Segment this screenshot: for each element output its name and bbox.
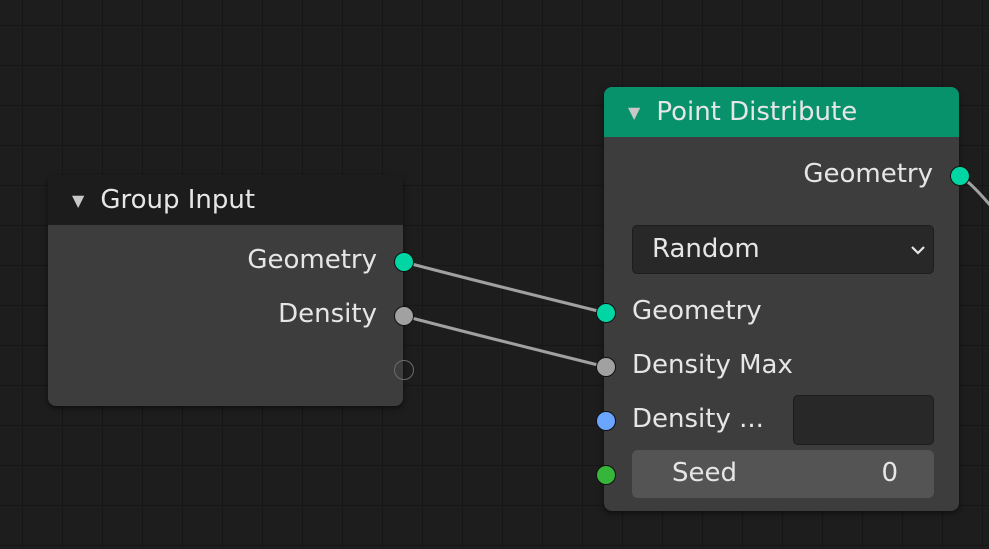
- input-geometry-label: Geometry: [632, 296, 762, 326]
- density-attribute-socket[interactable]: [596, 411, 616, 431]
- point-distribute-header[interactable]: ▼ Point Distribute: [604, 87, 959, 137]
- group-input-node[interactable]: ▼ Group Input Geometry Density: [48, 175, 403, 406]
- group-input-empty-socket[interactable]: [394, 360, 414, 380]
- group-input-header[interactable]: ▼ Group Input: [48, 175, 403, 225]
- point-distribute-node[interactable]: ▼ Point Distribute Geometry Random Geome…: [604, 87, 959, 511]
- distribute-mode-value: Random: [652, 234, 760, 264]
- seed-label: Seed: [672, 458, 737, 488]
- output-geometry-label: Geometry: [803, 159, 933, 189]
- collapse-triangle-icon[interactable]: ▼: [628, 103, 640, 122]
- output-geometry-socket[interactable]: [950, 166, 970, 186]
- group-input-geometry-socket[interactable]: [394, 252, 414, 272]
- group-input-geometry-label: Geometry: [247, 245, 377, 275]
- density-attribute-field[interactable]: [793, 395, 934, 445]
- seed-value: 0: [881, 458, 898, 488]
- group-input-title: Group Input: [100, 185, 256, 215]
- link-density[interactable]: [403, 314, 607, 369]
- density-max-socket[interactable]: [596, 357, 616, 377]
- distribute-mode-dropdown[interactable]: Random: [632, 225, 934, 274]
- density-attribute-label: Density ...: [632, 404, 764, 434]
- density-max-label: Density Max: [632, 350, 793, 380]
- seed-socket[interactable]: [596, 465, 616, 485]
- collapse-triangle-icon[interactable]: ▼: [72, 191, 84, 210]
- group-input-density-label: Density: [278, 299, 377, 329]
- point-distribute-title: Point Distribute: [656, 97, 858, 127]
- link-geometry[interactable]: [403, 260, 607, 315]
- seed-field[interactable]: Seed 0: [632, 450, 934, 498]
- input-geometry-socket[interactable]: [596, 303, 616, 323]
- group-input-density-socket[interactable]: [394, 306, 414, 326]
- chevron-down-icon: [911, 246, 925, 255]
